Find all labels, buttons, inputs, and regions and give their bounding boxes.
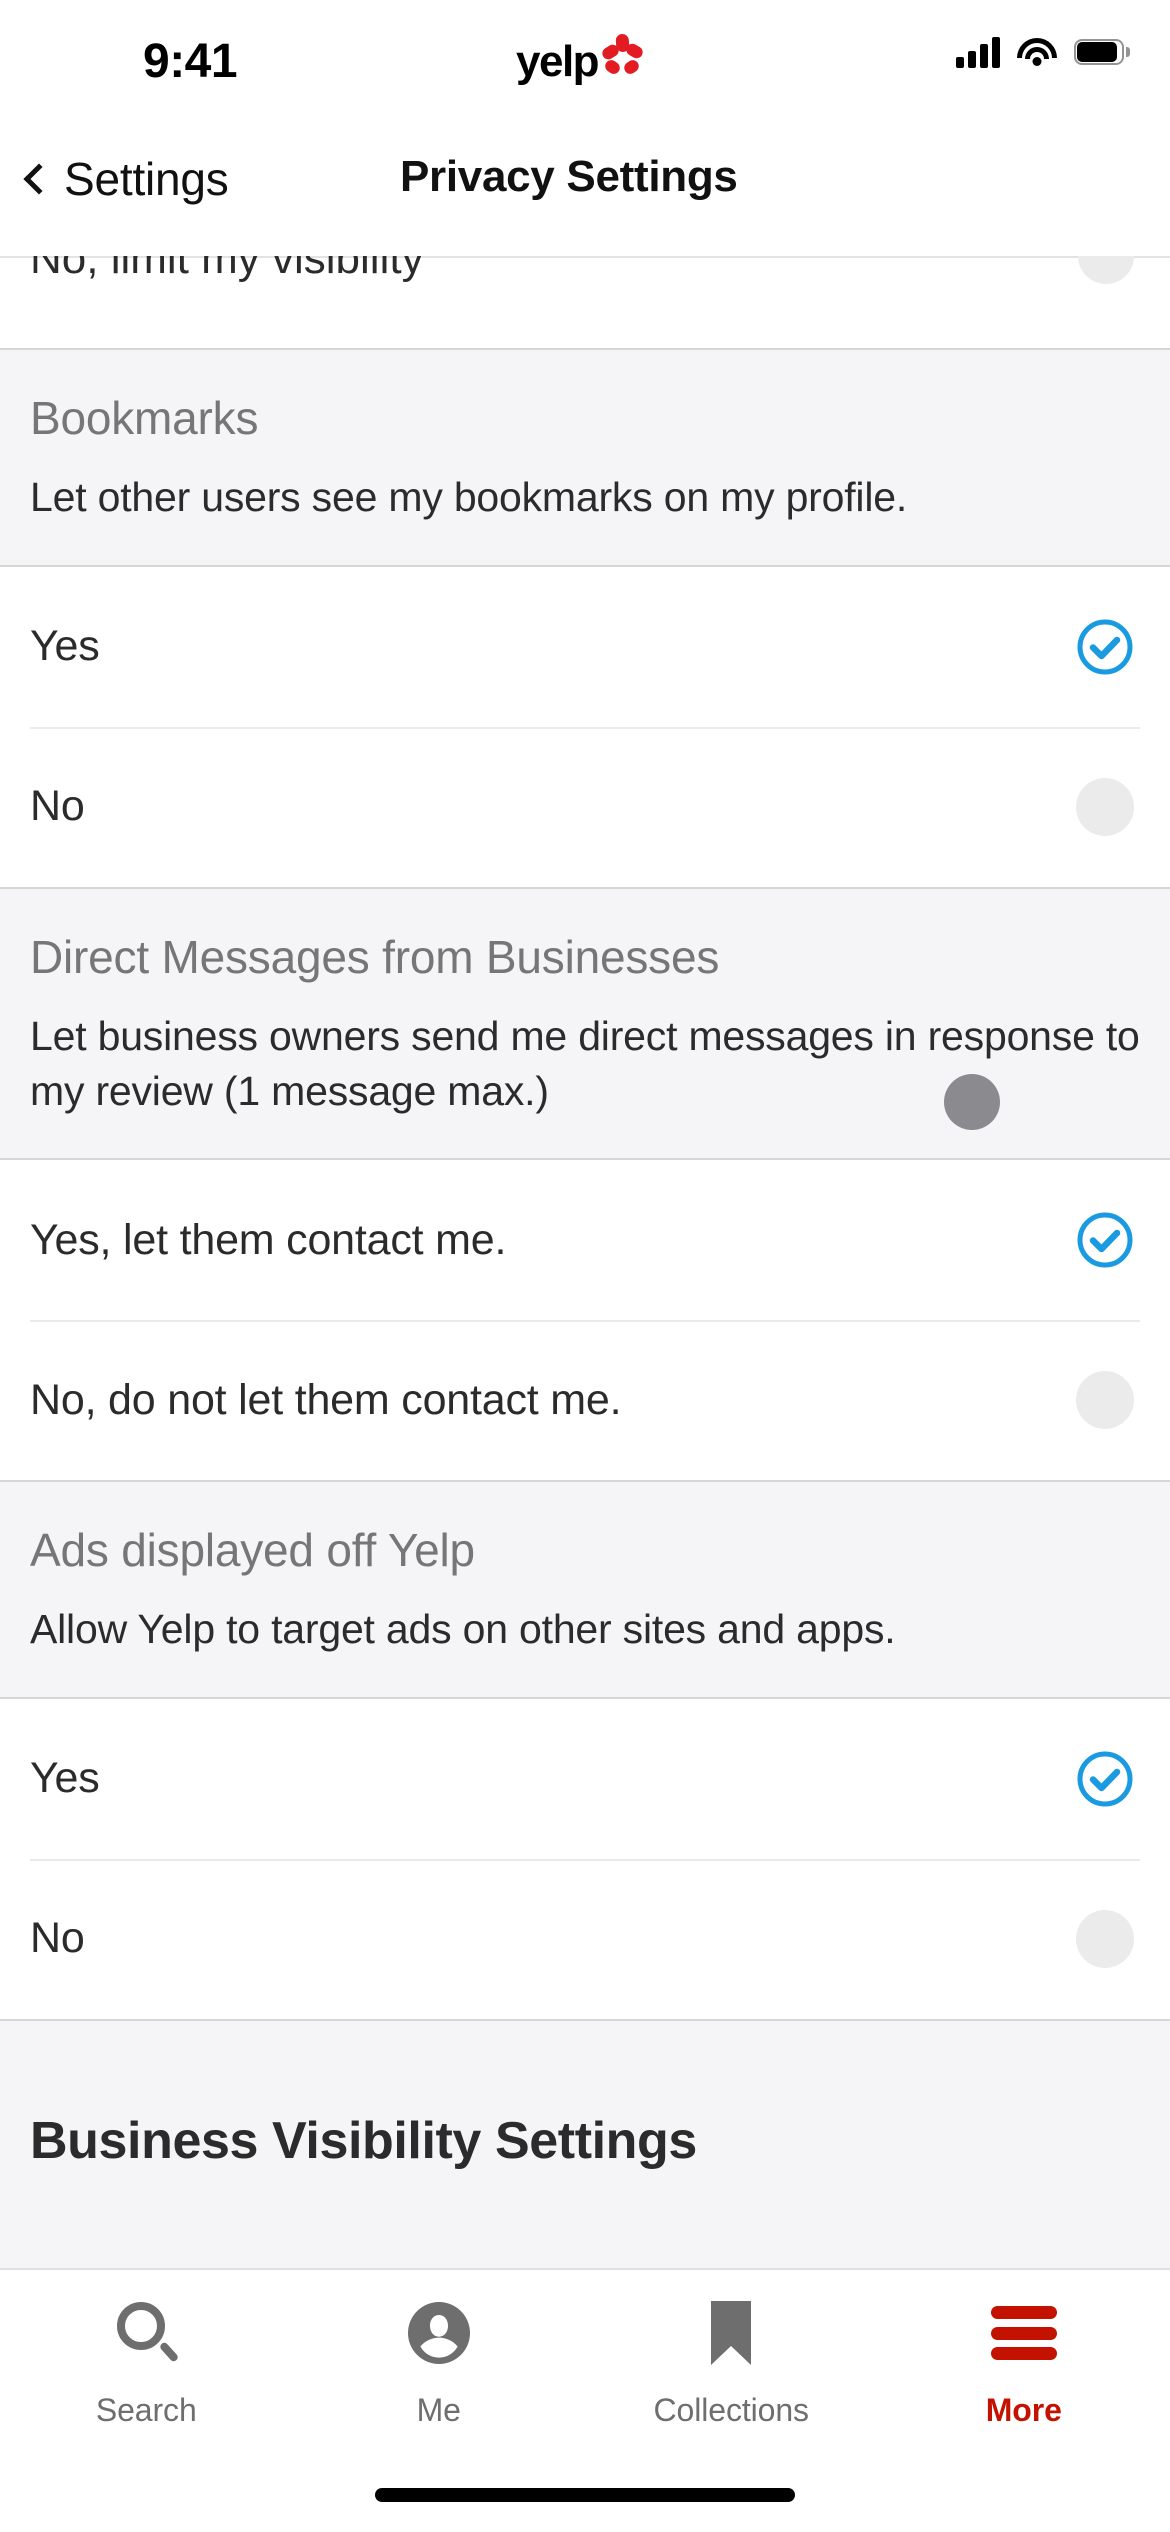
yelp-wordmark: yelp <box>516 37 600 86</box>
section-description: Allow Yelp to target ads on other sites … <box>30 1606 896 1653</box>
chevron-left-icon <box>23 163 55 195</box>
section-description: Let other users see my bookmarks on my p… <box>30 474 908 521</box>
wifi-icon <box>1017 37 1057 67</box>
back-button-label: Settings <box>64 153 229 205</box>
option-label: No <box>30 1914 85 1963</box>
home-indicator <box>375 2488 795 2502</box>
radio-unselected-icon[interactable] <box>1076 777 1134 836</box>
option-label: No <box>30 782 85 831</box>
bookmark-icon <box>707 2296 755 2370</box>
tab-more[interactable]: More <box>878 2296 1170 2456</box>
option-row-dm-no[interactable]: No, do not let them contact me. <box>0 1320 1170 1480</box>
clipped-option-row[interactable]: No, limit my visibility <box>0 256 1170 348</box>
radio-unselected-icon[interactable] <box>1076 1371 1134 1430</box>
section-header-direct-messages: Direct Messages from Businesses Let busi… <box>0 886 1170 1159</box>
option-row-bookmarks-yes[interactable]: Yes <box>0 567 1170 727</box>
page-title: Privacy Settings <box>400 152 738 201</box>
hamburger-menu-icon <box>990 2296 1057 2370</box>
back-button[interactable]: Settings <box>23 152 229 206</box>
settings-scroll-area[interactable]: No, limit my visibility Bookmarks Let ot… <box>0 256 1170 2268</box>
option-row-ads-yes[interactable]: Yes <box>0 1699 1170 1859</box>
status-bar-indicators <box>956 36 1130 68</box>
person-circle-icon <box>407 2296 470 2370</box>
status-bar: 9:41 yelp <box>0 0 1170 102</box>
tab-me[interactable]: Me <box>293 2296 586 2456</box>
clipped-option-radio[interactable] <box>1078 256 1134 284</box>
yelp-logo: yelp <box>516 33 645 86</box>
radio-selected-icon[interactable] <box>1076 1750 1134 1808</box>
option-row-bookmarks-no[interactable]: No <box>0 726 1170 887</box>
section-title: Bookmarks <box>30 392 259 444</box>
clipped-option-label: No, limit my visibility <box>30 256 424 283</box>
tab-search[interactable]: Search <box>0 2296 293 2456</box>
radio-selected-icon[interactable] <box>1076 1211 1134 1269</box>
navigation-bar: Settings Privacy Settings <box>0 102 1170 256</box>
tab-label: Collections <box>653 2392 810 2428</box>
option-row-dm-yes[interactable]: Yes, let them contact me. <box>0 1160 1170 1320</box>
tab-label: Search <box>95 2392 197 2428</box>
tab-collections[interactable]: Collections <box>585 2296 878 2456</box>
option-label: Yes, let them contact me. <box>30 1215 507 1264</box>
yelp-burst-icon <box>600 33 645 78</box>
option-label: Yes <box>30 1754 100 1803</box>
battery-icon <box>1074 39 1130 65</box>
search-icon <box>115 2296 180 2370</box>
option-group-direct-messages: Yes, let them contact me. No, do not let… <box>0 1158 1170 1481</box>
option-label: No, do not let them contact me. <box>30 1375 622 1424</box>
bottom-tab-bar: Search Me Collections More <box>0 2268 1170 2532</box>
app-screen: 9:41 yelp Settings Privacy Settings No, … <box>0 0 1170 2532</box>
section-description: Let business owners send me direct messa… <box>30 1013 1140 1114</box>
status-bar-time: 9:41 <box>143 35 238 88</box>
section-header-business-visibility: Business Visibility Settings <box>0 2018 1170 2268</box>
section-header-bookmarks: Bookmarks Let other users see my bookmar… <box>0 348 1170 565</box>
option-label: Yes <box>30 622 100 671</box>
tab-label: Me <box>416 2392 461 2428</box>
radio-selected-icon[interactable] <box>1076 618 1134 676</box>
section-header-ads: Ads displayed off Yelp Allow Yelp to tar… <box>0 1480 1170 1697</box>
cellular-signal-icon <box>956 36 1000 68</box>
option-group-bookmarks: Yes No <box>0 564 1170 887</box>
section-title: Ads displayed off Yelp <box>30 1524 475 1577</box>
tab-label: More <box>985 2392 1062 2428</box>
option-row-ads-no[interactable]: No <box>0 1858 1170 2019</box>
option-group-ads: Yes No <box>0 1696 1170 2019</box>
business-visibility-title: Business Visibility Settings <box>30 2111 697 2170</box>
section-title: Direct Messages from Businesses <box>30 930 720 983</box>
radio-unselected-icon[interactable] <box>1076 1909 1134 1968</box>
